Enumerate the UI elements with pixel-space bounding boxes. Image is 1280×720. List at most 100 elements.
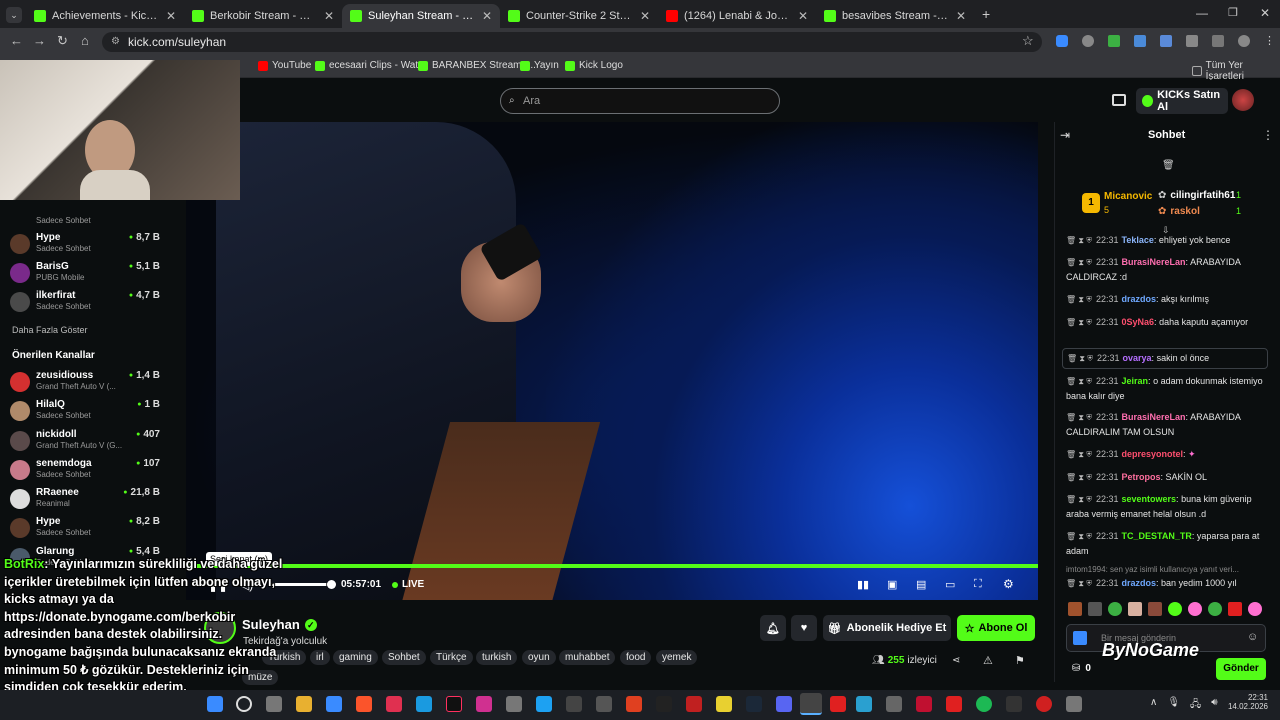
site-info-icon[interactable]: ⚙ xyxy=(111,32,120,52)
collapse-chat-icon[interactable]: ⇥ xyxy=(1060,128,1070,142)
sidebar-channel[interactable]: zeusidiouss Grand Theft Auto V (... 1,4 … xyxy=(10,370,170,398)
close-tab-icon[interactable]: ✕ xyxy=(956,9,966,23)
tag[interactable]: food xyxy=(620,650,652,665)
chat-message[interactable]: 🗑︎ ⧗ ⛨ 22:31 TC_DESTAN_TR: yaparsa para at… xyxy=(1066,529,1272,558)
all-bookmarks[interactable]: Tüm Yer İşaretleri xyxy=(1192,60,1280,82)
opera-icon[interactable] xyxy=(1036,696,1052,712)
close-tab-icon[interactable]: ✕ xyxy=(482,9,492,23)
chat-message[interactable]: 🗑︎ ⧗ ⛨ 22:31 seventowers: buna kim güvenip… xyxy=(1066,492,1272,521)
extension-icon[interactable] xyxy=(1160,35,1172,47)
app-icon[interactable] xyxy=(386,696,402,712)
tab-search-icon[interactable]: ⌄ xyxy=(6,7,22,23)
youtube-taskbar-icon[interactable] xyxy=(830,696,846,712)
app-icon[interactable] xyxy=(626,696,642,712)
chat-message[interactable]: 🗑︎ ⧗ ⛨ 22:31 Petropos: SAKİN OL xyxy=(1066,470,1272,485)
emote-icon[interactable] xyxy=(1108,602,1122,616)
tiktok-icon[interactable] xyxy=(446,696,462,712)
chat-message[interactable]: 🗑︎ ⧗ ⛨ 22:31 drazdos: ban yedim 1000 yıl xyxy=(1066,576,1272,591)
buy-kicks-button[interactable]: KICKs Satın Al xyxy=(1136,88,1228,114)
extension-icon[interactable] xyxy=(1082,35,1094,47)
app-icon[interactable] xyxy=(566,696,582,712)
stats-icon[interactable]: ▮▮ xyxy=(857,578,869,591)
message-user[interactable]: TC_DESTAN_TR xyxy=(1122,531,1192,541)
sidebar-channel[interactable]: RRaenee Reanimal 21,8 B xyxy=(10,487,170,515)
reload-icon[interactable]: ↻ xyxy=(57,33,68,49)
steam-icon[interactable] xyxy=(746,696,762,712)
message-user[interactable]: BurasiNereLan xyxy=(1122,412,1186,422)
emote-icon[interactable] xyxy=(1088,602,1102,616)
telegram-icon[interactable] xyxy=(536,696,552,712)
app-icon[interactable] xyxy=(326,696,342,712)
bookmark-item[interactable]: BARANBEX Stream -... xyxy=(418,60,536,71)
puzzle-icon[interactable] xyxy=(1186,35,1198,47)
minimize-icon[interactable]: — xyxy=(1196,6,1208,20)
yandex-icon[interactable] xyxy=(946,696,962,712)
chat-message[interactable]: 🗑︎ ⧗ ⛨ 22:31 0SyNa6: daha kaputu açamıyor xyxy=(1066,315,1272,330)
discord-icon[interactable] xyxy=(776,696,792,712)
message-user[interactable]: depresyonotel xyxy=(1122,449,1184,459)
menu-dots-icon[interactable]: ⋮ xyxy=(1264,35,1276,47)
sidebar-channel[interactable]: senemdoga Sadece Sohbet 107 xyxy=(10,458,170,486)
emoji-icon[interactable]: ☺ xyxy=(1247,631,1258,643)
send-button[interactable]: Gönder xyxy=(1216,658,1266,680)
close-window-icon[interactable]: ✕ xyxy=(1260,6,1270,20)
emote-icon[interactable] xyxy=(1228,602,1242,616)
message-user[interactable]: Jeiran xyxy=(1122,376,1149,386)
chat-message[interactable]: 🗑︎ ⧗ ⛨ 22:31 BurasiNereLan: ARABAYIDA CALD… xyxy=(1066,255,1272,284)
extension-icon[interactable] xyxy=(1056,35,1068,47)
leaderboard-entry[interactable]: ✿ cilingirfatih61 xyxy=(1158,190,1235,201)
home-icon[interactable]: ⌂ xyxy=(81,33,89,48)
browser-tab[interactable]: (1264) Lenabi & Josef - Ankara ✕ xyxy=(658,4,816,28)
subscribe-button[interactable]: ☆ Abone Ol xyxy=(957,615,1035,641)
emote-icon[interactable] xyxy=(1168,602,1182,616)
sidebar-channel[interactable]: BarisG PUBG Mobile 5,1 B xyxy=(10,261,170,289)
tag[interactable]: Türkçe xyxy=(430,650,473,665)
chat-menu-icon[interactable]: ⋮ xyxy=(1262,128,1274,142)
playlist-icon[interactable] xyxy=(1212,35,1224,47)
profile-icon[interactable] xyxy=(1238,35,1250,47)
notification-bell-icon[interactable]: 🔔︎ xyxy=(760,615,786,641)
start-icon[interactable] xyxy=(207,696,223,712)
message-user[interactable]: Petropos xyxy=(1122,472,1161,482)
emote-icon[interactable] xyxy=(1128,602,1142,616)
brave-icon[interactable] xyxy=(356,696,372,712)
close-tab-icon[interactable]: ✕ xyxy=(166,9,176,23)
more-options-icon[interactable]: ⚑ xyxy=(1015,654,1025,667)
video-player[interactable] xyxy=(186,122,1038,600)
clock[interactable]: 22:31 14.02.2026 xyxy=(1222,693,1268,711)
tag[interactable]: gaming xyxy=(333,650,378,665)
bookmark-item[interactable]: YouTube xyxy=(258,60,311,71)
settings-gear-icon[interactable]: ⚙ xyxy=(1003,577,1014,591)
volume-tray-icon[interactable]: 🔊︎ xyxy=(1211,697,1217,714)
app-icon[interactable] xyxy=(1066,696,1082,712)
chat-message[interactable]: 🗑︎ ⧗ ⛨ 22:31 Jeiran: o adam dokunmak istem… xyxy=(1066,374,1272,403)
extension-icon[interactable] xyxy=(1108,35,1120,47)
leaderboard-top-name[interactable]: Micanovic xyxy=(1104,191,1152,202)
bookmark-star-icon[interactable]: ☆ xyxy=(1022,33,1034,49)
forward-icon[interactable]: → xyxy=(33,33,46,48)
chat-message[interactable]: 🗑︎ ⧗ ⛨ 22:31 drazdos: akşı kırılmış xyxy=(1066,292,1272,307)
stream-mode-icon[interactable] xyxy=(1112,94,1126,106)
close-tab-icon[interactable]: ✕ xyxy=(324,9,334,23)
message-user[interactable]: BurasiNereLan xyxy=(1122,257,1186,267)
browser-tab[interactable]: Counter-Strike 2 Streaming - Li ✕ xyxy=(500,4,658,28)
app-icon[interactable] xyxy=(716,696,732,712)
chat-message[interactable]: 🗑︎ ⧗ ⛨ 22:31 Teklace: ehliyeti yok bence xyxy=(1066,233,1272,248)
extension-icon[interactable] xyxy=(1134,35,1146,47)
tag[interactable]: muhabbet xyxy=(559,650,616,665)
emote-icon[interactable] xyxy=(1248,602,1262,616)
close-tab-icon[interactable]: ✕ xyxy=(798,9,808,23)
tag[interactable]: irl xyxy=(310,650,330,665)
sidebar-channel[interactable]: nickidoll Grand Theft Auto V (G... 407 xyxy=(10,429,170,457)
message-user[interactable]: ovarya xyxy=(1123,353,1152,363)
emote-icon[interactable] xyxy=(1208,602,1222,616)
browser-tab-active[interactable]: Suleyhan Stream - Watch Li ✕ xyxy=(342,4,500,28)
mic-icon[interactable]: 🎙︎ xyxy=(1167,697,1180,714)
sidebar-channel[interactable]: Hype Sadece Sohbet 8,7 B xyxy=(10,232,170,260)
edge-icon[interactable] xyxy=(416,696,432,712)
app-icon[interactable] xyxy=(916,696,932,712)
search-input[interactable]: ⌕ Ara xyxy=(500,88,780,114)
follow-heart-icon[interactable]: ♥ xyxy=(791,615,817,641)
show-more-link[interactable]: Daha Fazla Göster xyxy=(12,325,88,335)
browser-tab[interactable]: besavibes Stream - Watch Live ✕ xyxy=(816,4,974,28)
